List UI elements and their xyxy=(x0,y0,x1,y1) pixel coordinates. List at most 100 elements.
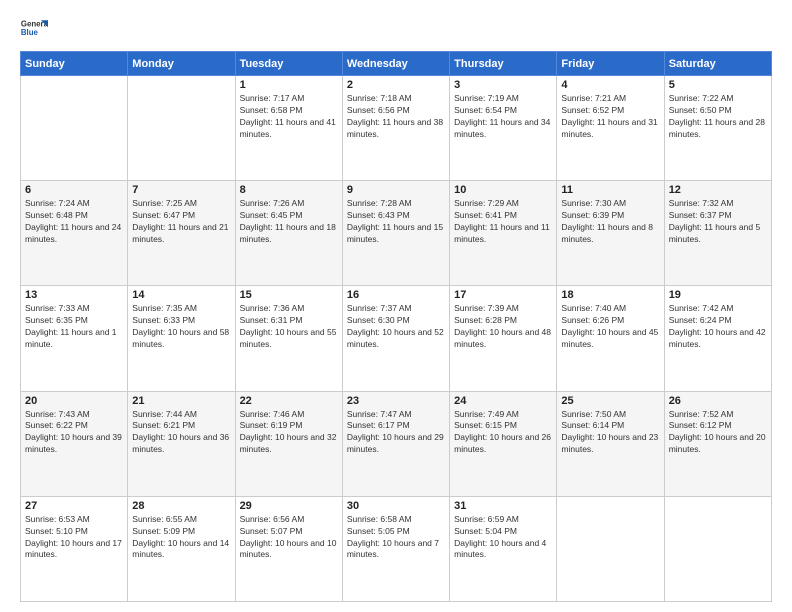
calendar-cell: 5 Sunrise: 7:22 AM Sunset: 6:50 PM Daylig… xyxy=(664,76,771,181)
day-info: Sunrise: 6:58 AM Sunset: 5:05 PM Dayligh… xyxy=(347,514,445,562)
day-number: 26 xyxy=(669,395,767,407)
day-number: 23 xyxy=(347,395,445,407)
day-info: Sunrise: 7:43 AM Sunset: 6:22 PM Dayligh… xyxy=(25,409,123,457)
day-info: Sunrise: 7:18 AM Sunset: 6:56 PM Dayligh… xyxy=(347,93,445,141)
day-number: 5 xyxy=(669,79,767,91)
calendar-cell: 21 Sunrise: 7:44 AM Sunset: 6:21 PM Dayli… xyxy=(128,391,235,496)
header: General Blue xyxy=(20,15,772,43)
day-info: Sunrise: 7:46 AM Sunset: 6:19 PM Dayligh… xyxy=(240,409,338,457)
logo-icon: General Blue xyxy=(20,15,48,43)
day-number: 14 xyxy=(132,289,230,301)
calendar-cell: 31 Sunrise: 6:59 AM Sunset: 5:04 PM Dayli… xyxy=(450,496,557,601)
calendar-cell: 24Sunrise: 7:49 AM Sunset: 6:15 PM Dayli… xyxy=(450,391,557,496)
week-row-2: 6 Sunrise: 7:24 AM Sunset: 6:48 PM Daylig… xyxy=(21,181,772,286)
weekday-header-saturday: Saturday xyxy=(664,52,771,76)
calendar-cell: 23 Sunrise: 7:47 AM Sunset: 6:17 PM Dayli… xyxy=(342,391,449,496)
weekday-header-tuesday: Tuesday xyxy=(235,52,342,76)
day-number: 31 xyxy=(454,500,552,512)
day-number: 10 xyxy=(454,184,552,196)
day-info: Sunrise: 6:55 AM Sunset: 5:09 PM Dayligh… xyxy=(132,514,230,562)
day-number: 1 xyxy=(240,79,338,91)
calendar-cell: 27 Sunrise: 6:53 AM Sunset: 5:10 PM Dayli… xyxy=(21,496,128,601)
day-number: 6 xyxy=(25,184,123,196)
calendar-cell: 6 Sunrise: 7:24 AM Sunset: 6:48 PM Daylig… xyxy=(21,181,128,286)
weekday-header-row: SundayMondayTuesdayWednesdayThursdayFrid… xyxy=(21,52,772,76)
day-number: 7 xyxy=(132,184,230,196)
day-number: 30 xyxy=(347,500,445,512)
calendar-cell: 11 Sunrise: 7:30 AM Sunset: 6:39 PM Dayli… xyxy=(557,181,664,286)
calendar-cell: 12 Sunrise: 7:32 AM Sunset: 6:37 PM Dayli… xyxy=(664,181,771,286)
day-info: Sunrise: 6:53 AM Sunset: 5:10 PM Dayligh… xyxy=(25,514,123,562)
calendar-cell: 15 Sunrise: 7:36 AM Sunset: 6:31 PM Dayli… xyxy=(235,286,342,391)
calendar-page: General Blue SundayMondayTuesdayWednesda… xyxy=(0,0,792,612)
calendar-cell: 13Sunrise: 7:33 AM Sunset: 6:35 PM Dayli… xyxy=(21,286,128,391)
day-number: 12 xyxy=(669,184,767,196)
day-info: Sunrise: 7:29 AM Sunset: 6:41 PM Dayligh… xyxy=(454,198,552,246)
calendar-cell: 14 Sunrise: 7:35 AM Sunset: 6:33 PM Dayli… xyxy=(128,286,235,391)
day-info: Sunrise: 7:22 AM Sunset: 6:50 PM Dayligh… xyxy=(669,93,767,141)
day-info: Sunrise: 7:47 AM Sunset: 6:17 PM Dayligh… xyxy=(347,409,445,457)
calendar-cell: 10 Sunrise: 7:29 AM Sunset: 6:41 PM Dayli… xyxy=(450,181,557,286)
day-info: Sunrise: 7:17 AM Sunset: 6:58 PM Dayligh… xyxy=(240,93,338,141)
day-info: Sunrise: 6:59 AM Sunset: 5:04 PM Dayligh… xyxy=(454,514,552,562)
day-info: Sunrise: 7:32 AM Sunset: 6:37 PM Dayligh… xyxy=(669,198,767,246)
day-number: 28 xyxy=(132,500,230,512)
day-info: Sunrise: 7:39 AM Sunset: 6:28 PM Dayligh… xyxy=(454,303,552,351)
day-number: 3 xyxy=(454,79,552,91)
day-info: Sunrise: 7:25 AM Sunset: 6:47 PM Dayligh… xyxy=(132,198,230,246)
day-info: Sunrise: 7:26 AM Sunset: 6:45 PM Dayligh… xyxy=(240,198,338,246)
day-info: Sunrise: 6:56 AM Sunset: 5:07 PM Dayligh… xyxy=(240,514,338,562)
day-info: Sunrise: 7:24 AM Sunset: 6:48 PM Dayligh… xyxy=(25,198,123,246)
day-number: 19 xyxy=(669,289,767,301)
calendar-cell: 25 Sunrise: 7:50 AM Sunset: 6:14 PM Dayli… xyxy=(557,391,664,496)
weekday-header-thursday: Thursday xyxy=(450,52,557,76)
calendar-table: SundayMondayTuesdayWednesdayThursdayFrid… xyxy=(20,51,772,602)
day-info: Sunrise: 7:50 AM Sunset: 6:14 PM Dayligh… xyxy=(561,409,659,457)
day-info: Sunrise: 7:37 AM Sunset: 6:30 PM Dayligh… xyxy=(347,303,445,351)
day-number: 11 xyxy=(561,184,659,196)
calendar-cell xyxy=(557,496,664,601)
day-number: 18 xyxy=(561,289,659,301)
weekday-header-sunday: Sunday xyxy=(21,52,128,76)
day-info: Sunrise: 7:28 AM Sunset: 6:43 PM Dayligh… xyxy=(347,198,445,246)
calendar-cell: 17 Sunrise: 7:39 AM Sunset: 6:28 PM Dayli… xyxy=(450,286,557,391)
weekday-header-monday: Monday xyxy=(128,52,235,76)
day-info: Sunrise: 7:33 AM Sunset: 6:35 PM Dayligh… xyxy=(25,303,123,351)
day-info: Sunrise: 7:44 AM Sunset: 6:21 PM Dayligh… xyxy=(132,409,230,457)
day-info: Sunrise: 7:52 AM Sunset: 6:12 PM Dayligh… xyxy=(669,409,767,457)
weekday-header-friday: Friday xyxy=(557,52,664,76)
calendar-cell: 2 Sunrise: 7:18 AM Sunset: 6:56 PM Daylig… xyxy=(342,76,449,181)
day-number: 8 xyxy=(240,184,338,196)
calendar-cell xyxy=(21,76,128,181)
calendar-cell: 26 Sunrise: 7:52 AM Sunset: 6:12 PM Dayli… xyxy=(664,391,771,496)
calendar-cell: 29 Sunrise: 6:56 AM Sunset: 5:07 PM Dayli… xyxy=(235,496,342,601)
day-number: 29 xyxy=(240,500,338,512)
calendar-cell xyxy=(664,496,771,601)
day-info: Sunrise: 7:21 AM Sunset: 6:52 PM Dayligh… xyxy=(561,93,659,141)
calendar-cell: 9 Sunrise: 7:28 AM Sunset: 6:43 PM Daylig… xyxy=(342,181,449,286)
calendar-cell: 20 Sunrise: 7:43 AM Sunset: 6:22 PM Dayli… xyxy=(21,391,128,496)
calendar-cell: 3 Sunrise: 7:19 AM Sunset: 6:54 PM Daylig… xyxy=(450,76,557,181)
day-info: Sunrise: 7:30 AM Sunset: 6:39 PM Dayligh… xyxy=(561,198,659,246)
day-info: Sunrise: 7:40 AM Sunset: 6:26 PM Dayligh… xyxy=(561,303,659,351)
day-info: Sunrise: 7:42 AM Sunset: 6:24 PM Dayligh… xyxy=(669,303,767,351)
day-number: 21 xyxy=(132,395,230,407)
day-info: Sunrise: 7:35 AM Sunset: 6:33 PM Dayligh… xyxy=(132,303,230,351)
calendar-cell: 7 Sunrise: 7:25 AM Sunset: 6:47 PM Daylig… xyxy=(128,181,235,286)
calendar-cell: 18 Sunrise: 7:40 AM Sunset: 6:26 PM Dayli… xyxy=(557,286,664,391)
day-number: 20 xyxy=(25,395,123,407)
week-row-1: 1 Sunrise: 7:17 AM Sunset: 6:58 PM Daylig… xyxy=(21,76,772,181)
day-number: 9 xyxy=(347,184,445,196)
weekday-header-wednesday: Wednesday xyxy=(342,52,449,76)
day-info: Sunrise: 7:49 AM Sunset: 6:15 PM Dayligh… xyxy=(454,409,552,457)
day-number: 15 xyxy=(240,289,338,301)
day-info: Sunrise: 7:36 AM Sunset: 6:31 PM Dayligh… xyxy=(240,303,338,351)
day-number: 25 xyxy=(561,395,659,407)
day-number: 2 xyxy=(347,79,445,91)
day-info: Sunrise: 7:19 AM Sunset: 6:54 PM Dayligh… xyxy=(454,93,552,141)
calendar-cell: 19 Sunrise: 7:42 AM Sunset: 6:24 PM Dayli… xyxy=(664,286,771,391)
calendar-cell: 16Sunrise: 7:37 AM Sunset: 6:30 PM Dayli… xyxy=(342,286,449,391)
day-number: 27 xyxy=(25,500,123,512)
calendar-cell xyxy=(128,76,235,181)
day-number: 17 xyxy=(454,289,552,301)
